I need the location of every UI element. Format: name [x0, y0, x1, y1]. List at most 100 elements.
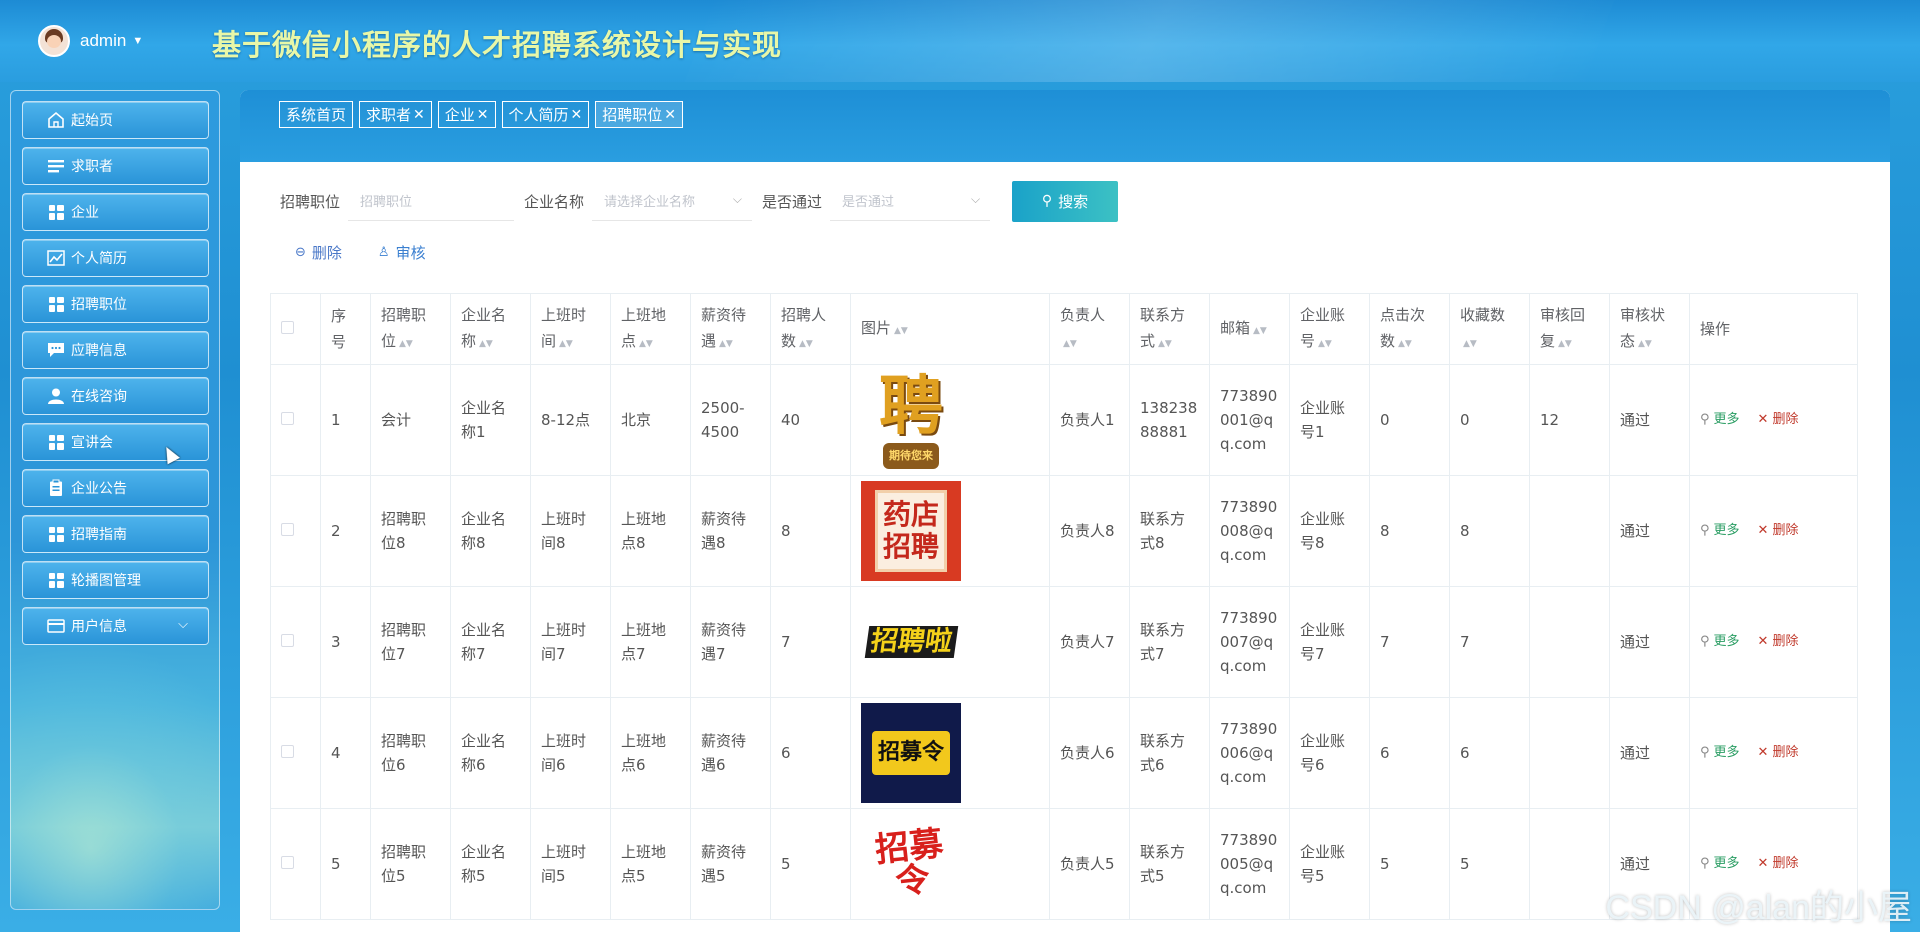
sidebar-item-announcement[interactable]: 企业公告	[22, 469, 209, 507]
position-input[interactable]: 招聘职位	[348, 181, 515, 221]
sidebar-item-guide[interactable]: 招聘指南	[22, 515, 209, 553]
column-header[interactable]: 上班地点 ▲▼	[610, 293, 691, 365]
column-header[interactable]: 联系方式 ▲▼	[1129, 293, 1210, 365]
sort-icon[interactable]: ▲▼	[1318, 339, 1332, 349]
audit-button[interactable]: ♙ 审核	[378, 242, 426, 263]
row-checkbox-cell[interactable]	[270, 697, 321, 809]
row-checkbox-cell[interactable]	[270, 808, 321, 920]
close-icon[interactable]: ✕	[664, 107, 676, 123]
sidebar-item-consult[interactable]: 在线咨询	[22, 377, 209, 415]
delete-button[interactable]: ✕ 删除	[1758, 852, 1799, 876]
sidebar-item-resume[interactable]: 个人简历	[22, 239, 209, 277]
delete-button[interactable]: ✕ 删除	[1758, 519, 1799, 543]
user-menu[interactable]: admin ▼	[38, 24, 143, 58]
clipboard-icon	[47, 479, 65, 497]
job-image[interactable]: 聘 期待您来	[861, 370, 961, 470]
sidebar-item-application[interactable]: 应聘信息	[22, 331, 209, 369]
cell-clicks: 5	[1369, 808, 1450, 920]
row-checkbox-cell[interactable]	[270, 475, 321, 587]
sort-icon[interactable]: ▲▼	[1638, 339, 1652, 349]
job-image[interactable]: 招聘啦	[861, 592, 961, 692]
cell-email: 773890008@qq.com	[1209, 475, 1290, 587]
column-header[interactable]: 招聘人数 ▲▼	[770, 293, 851, 365]
column-header[interactable]: 审核回复 ▲▼	[1529, 293, 1610, 365]
table-row: 4 招聘职位6 企业名称6 上班时间6 上班地点6 薪资待遇6 6 招募令 负责…	[270, 697, 1858, 809]
column-header[interactable]: 收藏数 ▲▼	[1449, 293, 1530, 365]
caret-down-icon[interactable]: ▼	[132, 35, 143, 47]
chevron-down-icon[interactable]: ⌵	[178, 617, 188, 632]
cell-salary: 薪资待遇7	[690, 586, 771, 698]
cell-contact: 联系方式6	[1129, 697, 1210, 809]
column-header[interactable]: 招聘职位 ▲▼	[370, 293, 451, 365]
sort-icon[interactable]: ▲▼	[894, 326, 908, 336]
sort-icon[interactable]: ▲▼	[1558, 339, 1572, 349]
column-header[interactable]: 邮箱 ▲▼	[1209, 293, 1290, 365]
sort-icon[interactable]: ▲▼	[639, 339, 653, 349]
select-all-checkbox-cell[interactable]	[270, 293, 321, 365]
sidebar-item-home[interactable]: 起始页	[22, 101, 209, 139]
approved-select[interactable]: 是否通过 ⌵	[830, 181, 991, 221]
job-image[interactable]: 招募令	[861, 703, 961, 803]
sort-icon[interactable]: ▲▼	[1158, 339, 1172, 349]
header-decoration	[670, 0, 1630, 82]
column-header[interactable]: 企业账号 ▲▼	[1289, 293, 1370, 365]
row-checkbox-cell[interactable]	[270, 364, 321, 476]
grid-icon	[47, 525, 65, 543]
sidebar-item-seminar[interactable]: 宣讲会	[22, 423, 209, 461]
row-checkbox[interactable]	[281, 745, 294, 758]
close-icon[interactable]: ✕	[571, 107, 583, 123]
select-all-checkbox[interactable]	[281, 321, 294, 334]
sort-icon[interactable]: ▲▼	[1253, 326, 1267, 336]
tab-company[interactable]: 企业 ✕	[437, 101, 496, 128]
tab-home[interactable]: 系统首页	[279, 101, 354, 128]
company-select[interactable]: 请选择企业名称 ⌵	[592, 181, 753, 221]
column-header[interactable]: 点击次数 ▲▼	[1369, 293, 1450, 365]
job-image[interactable]: 药店招聘	[861, 481, 961, 581]
sort-icon[interactable]: ▲▼	[719, 339, 733, 349]
column-header[interactable]: 图片 ▲▼	[850, 293, 1050, 365]
sort-icon[interactable]: ▲▼	[1063, 339, 1077, 349]
sort-icon[interactable]: ▲▼	[1463, 339, 1477, 349]
column-header[interactable]: 负责人 ▲▼	[1049, 293, 1130, 365]
sort-icon[interactable]: ▲▼	[559, 339, 573, 349]
tab-jobseeker[interactable]: 求职者 ✕	[359, 101, 432, 128]
row-checkbox[interactable]	[281, 412, 294, 425]
sort-icon[interactable]: ▲▼	[399, 339, 413, 349]
sidebar-item-company[interactable]: 企业	[22, 193, 209, 231]
delete-button[interactable]: ✕ 删除	[1758, 408, 1799, 432]
job-image[interactable]: 招募令	[861, 814, 961, 914]
row-checkbox[interactable]	[281, 634, 294, 647]
sidebar-item-user-info[interactable]: 用户信息 ⌵	[22, 607, 209, 645]
sort-icon[interactable]: ▲▼	[1398, 339, 1412, 349]
sidebar-item-label: 宣讲会	[71, 435, 113, 451]
more-button[interactable]: ⚲ 更多	[1700, 741, 1740, 765]
column-header-label: 操作	[1700, 320, 1731, 338]
sidebar-item-carousel[interactable]: 轮播图管理	[22, 561, 209, 599]
avatar[interactable]	[38, 25, 70, 57]
delete-button[interactable]: ✕ 删除	[1758, 741, 1799, 765]
column-header[interactable]: 审核状态 ▲▼	[1609, 293, 1690, 365]
batch-delete-button[interactable]: ⊖ 删除	[295, 242, 342, 263]
column-header[interactable]: 企业名称 ▲▼	[450, 293, 531, 365]
column-header[interactable]: 上班时间 ▲▼	[530, 293, 611, 365]
more-button[interactable]: ⚲ 更多	[1700, 519, 1740, 543]
sidebar-item-jobseeker[interactable]: 求职者	[22, 147, 209, 185]
username[interactable]: admin	[80, 31, 126, 51]
tab-label: 求职者	[366, 106, 412, 124]
row-checkbox[interactable]	[281, 523, 294, 536]
sidebar-item-job-position[interactable]: 招聘职位	[22, 285, 209, 323]
row-checkbox[interactable]	[281, 856, 294, 869]
delete-button[interactable]: ✕ 删除	[1758, 630, 1799, 654]
search-button[interactable]: ⚲ 搜索	[1012, 180, 1119, 222]
sort-icon[interactable]: ▲▼	[479, 339, 493, 349]
row-checkbox-cell[interactable]	[270, 586, 321, 698]
tab-resume[interactable]: 个人简历 ✕	[501, 101, 590, 128]
sort-icon[interactable]: ▲▼	[799, 339, 813, 349]
tab-job-position[interactable]: 招聘职位 ✕	[595, 101, 684, 128]
close-icon[interactable]: ✕	[477, 107, 489, 123]
more-button[interactable]: ⚲ 更多	[1700, 852, 1740, 876]
close-icon[interactable]: ✕	[413, 107, 425, 123]
more-button[interactable]: ⚲ 更多	[1700, 408, 1740, 432]
more-button[interactable]: ⚲ 更多	[1700, 630, 1740, 654]
column-header[interactable]: 薪资待遇 ▲▼	[690, 293, 771, 365]
